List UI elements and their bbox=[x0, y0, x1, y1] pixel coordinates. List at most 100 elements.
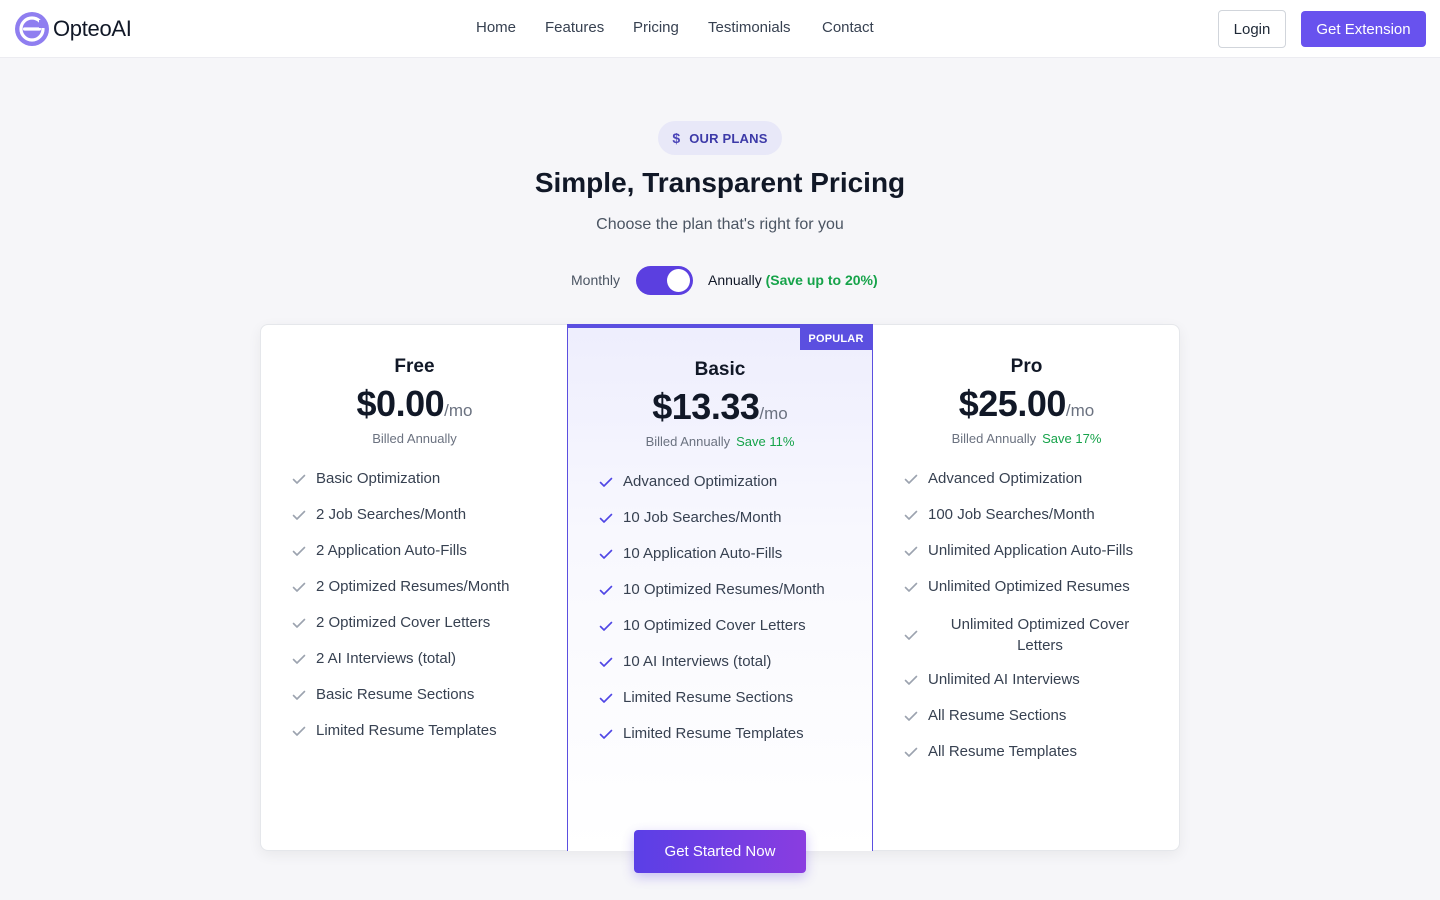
feature-text: 10 Application Auto-Fills bbox=[623, 545, 783, 562]
feature-item: 2 AI Interviews (total) bbox=[291, 650, 456, 667]
check-icon bbox=[904, 747, 918, 757]
feature-item: Basic Optimization bbox=[291, 470, 440, 487]
nav-testimonials[interactable]: Testimonials bbox=[708, 19, 791, 36]
login-button[interactable]: Login bbox=[1218, 10, 1286, 48]
billed-text: Billed Annually bbox=[372, 431, 457, 446]
plans-badge-label: OUR PLANS bbox=[689, 130, 768, 146]
check-icon bbox=[904, 675, 918, 685]
billed-note: Billed Annually Save 17% bbox=[873, 431, 1180, 446]
feature-text: 2 Optimized Cover Letters bbox=[316, 614, 491, 631]
plan-card-basic: POPULAR Basic $13.33/mo Billed Annually S… bbox=[567, 324, 873, 851]
plan-card-free: Free $0.00/mo Billed Annually Basic Opti… bbox=[261, 325, 568, 850]
plan-price: $13.33/mo bbox=[568, 386, 872, 428]
feature-item: Unlimited Optimized Resumes bbox=[903, 578, 1130, 595]
feature-text: Limited Resume Templates bbox=[316, 722, 497, 739]
feature-text: All Resume Sections bbox=[928, 707, 1067, 724]
price-amount: $25.00 bbox=[958, 383, 1067, 424]
feature-item: 10 Optimized Resumes/Month bbox=[598, 581, 825, 598]
feature-text: Unlimited Application Auto-Fills bbox=[928, 542, 1134, 559]
billing-toggle[interactable] bbox=[636, 266, 693, 295]
check-icon bbox=[599, 585, 613, 595]
feature-item: All Resume Sections bbox=[903, 707, 1066, 724]
feature-item: 2 Application Auto-Fills bbox=[291, 542, 467, 559]
check-icon bbox=[904, 582, 918, 592]
feature-item: 10 Application Auto-Fills bbox=[598, 545, 782, 562]
feature-text: Limited Resume Sections bbox=[623, 689, 794, 706]
plan-name: Basic bbox=[694, 359, 746, 380]
feature-item: Limited Resume Sections bbox=[598, 689, 793, 706]
check-icon bbox=[599, 549, 613, 559]
check-icon bbox=[599, 729, 613, 739]
billed-text: Billed Annually bbox=[951, 431, 1037, 446]
check-icon bbox=[904, 630, 918, 640]
feature-text: Basic Optimization bbox=[316, 470, 441, 487]
feature-text: 10 Optimized Cover Letters bbox=[623, 617, 806, 634]
feature-item: Limited Resume Templates bbox=[598, 725, 804, 742]
check-icon bbox=[599, 513, 613, 523]
page-subtitle: Choose the plan that's right for you bbox=[596, 216, 844, 233]
price-period: /mo bbox=[1065, 401, 1095, 420]
feature-item: Unlimited AI Interviews bbox=[903, 671, 1080, 688]
feature-item: 2 Optimized Cover Letters bbox=[291, 614, 490, 631]
check-icon bbox=[292, 474, 306, 484]
feature-item: 2 Job Searches/Month bbox=[291, 506, 466, 523]
billing-toggle-row: Monthly Annually (Save up to 20%) bbox=[0, 266, 1440, 296]
feature-text: 10 Optimized Resumes/Month bbox=[623, 581, 825, 598]
get-started-button[interactable]: Get Started Now bbox=[634, 830, 806, 873]
billed-text: Billed Annually bbox=[645, 434, 731, 449]
billed-note: Billed Annually bbox=[261, 431, 568, 446]
feature-text: 2 Application Auto-Fills bbox=[316, 542, 467, 559]
feature-text: Advanced Optimization bbox=[928, 470, 1083, 487]
check-icon bbox=[292, 546, 306, 556]
nav-pricing[interactable]: Pricing bbox=[633, 19, 679, 36]
price-period: /mo bbox=[444, 401, 473, 420]
plan-name: Free bbox=[394, 356, 435, 377]
get-extension-button[interactable]: Get Extension bbox=[1301, 11, 1426, 47]
plan-price: $0.00/mo bbox=[261, 383, 568, 425]
dollar-icon: $ bbox=[672, 130, 681, 146]
feature-text: 2 AI Interviews (total) bbox=[316, 650, 457, 667]
nav-contact[interactable]: Contact bbox=[822, 19, 874, 36]
check-icon bbox=[292, 582, 306, 592]
plan-price: $25.00/mo bbox=[873, 383, 1180, 425]
save-percent: Save 11% bbox=[736, 434, 795, 449]
feature-item: 100 Job Searches/Month bbox=[903, 506, 1095, 523]
annual-label[interactable]: Annually (Save up to 20%) bbox=[708, 272, 878, 288]
plans-badge: $ OUR PLANS bbox=[658, 121, 782, 155]
check-icon bbox=[292, 654, 306, 664]
nav-features[interactable]: Features bbox=[545, 19, 604, 36]
top-navbar: OpteoAI Home Features Pricing Testimonia… bbox=[0, 0, 1440, 58]
feature-text: 10 Job Searches/Month bbox=[623, 509, 782, 526]
feature-text: Advanced Optimization bbox=[623, 473, 778, 490]
check-icon bbox=[599, 693, 613, 703]
feature-item: All Resume Templates bbox=[903, 743, 1077, 760]
check-icon bbox=[904, 474, 918, 484]
feature-item: 10 Job Searches/Month bbox=[598, 509, 781, 526]
check-icon bbox=[292, 726, 306, 736]
feature-item: Limited Resume Templates bbox=[291, 722, 497, 739]
price-amount: $13.33 bbox=[652, 386, 760, 427]
toggle-knob bbox=[667, 269, 690, 292]
page-title: Simple, Transparent Pricing bbox=[534, 167, 906, 198]
feature-item: 2 Optimized Resumes/Month bbox=[291, 578, 509, 595]
feature-item: Advanced Optimization bbox=[903, 470, 1082, 487]
annual-text: Annually bbox=[708, 272, 762, 288]
feature-text: Limited Resume Templates bbox=[623, 725, 804, 742]
check-icon bbox=[904, 546, 918, 556]
feature-text: Unlimited Optimized Resumes bbox=[928, 578, 1130, 595]
popular-badge: POPULAR bbox=[800, 328, 872, 350]
price-amount: $0.00 bbox=[356, 383, 445, 424]
feature-text: 2 Job Searches/Month bbox=[316, 506, 467, 523]
monthly-label[interactable]: Monthly bbox=[571, 272, 620, 288]
feature-item: Advanced Optimization bbox=[598, 473, 777, 490]
feature-item: Unlimited Application Auto-Fills bbox=[903, 542, 1133, 559]
plan-card-pro: Pro $25.00/mo Billed Annually Save 17% Ad… bbox=[873, 325, 1180, 850]
check-icon bbox=[292, 618, 306, 628]
feature-text: 2 Optimized Resumes/Month bbox=[316, 578, 510, 595]
nav-home[interactable]: Home bbox=[476, 19, 516, 36]
check-icon bbox=[599, 657, 613, 667]
check-icon bbox=[292, 510, 306, 520]
feature-item: Unlimited Optimized Cover Letters bbox=[903, 614, 1152, 656]
feature-text: Unlimited Optimized Cover Letters bbox=[950, 616, 1130, 654]
check-icon bbox=[292, 690, 306, 700]
